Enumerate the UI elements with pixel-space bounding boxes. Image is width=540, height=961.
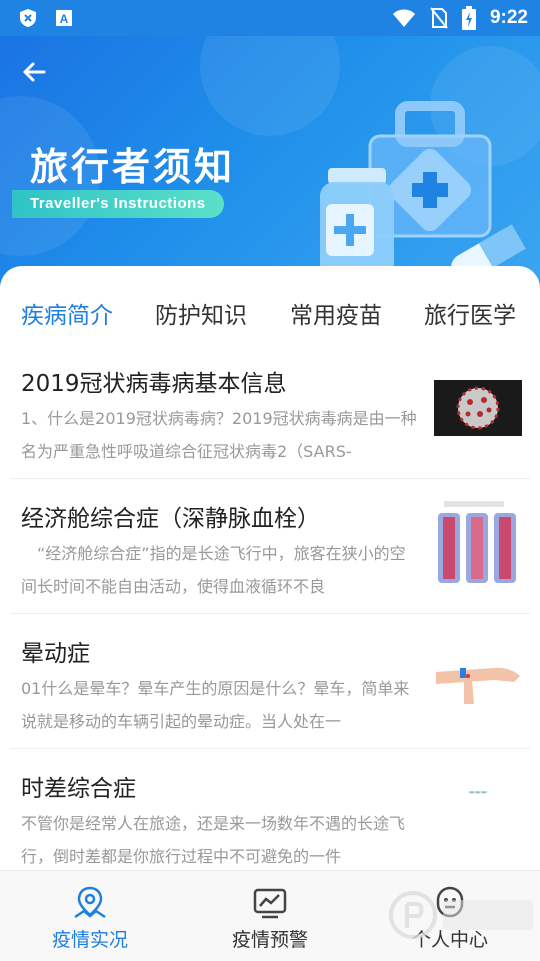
nav-label: 个人中心: [411, 929, 488, 951]
article-summary: “经济舱综合症”指的是长途飞行中，旅客在狭小的空间长时间不能自由活动，使得血液循…: [21, 544, 406, 596]
article-title: 经济舱综合症（深静脉血栓）: [21, 506, 320, 532]
nav-personal-center[interactable]: 个人中心: [360, 871, 540, 961]
battery-charging-icon: [461, 6, 476, 30]
article-summary: 不管你是经常人在旅途，还是来一场数年不遇的长途飞行，倒时差都是你旅行过程中不可避…: [21, 814, 406, 866]
header-banner: 旅行者须知 Traveller's Instructions: [0, 36, 540, 286]
thrombosis-diagram-image: [434, 499, 522, 587]
nav-epidemic-alert[interactable]: 疫情预警: [180, 871, 360, 961]
tab-disease-intro[interactable]: 疾病简介: [21, 296, 113, 330]
article-title: 时差综合症: [21, 776, 136, 802]
tab-travel-medicine[interactable]: 旅行医学: [424, 296, 516, 330]
app-a-icon: A: [56, 10, 72, 26]
clock-image: [468, 791, 488, 794]
tab-protection[interactable]: 防护知识: [155, 296, 247, 330]
no-sim-icon: [430, 7, 448, 29]
shield-x-icon: [20, 9, 36, 27]
content-card: 疾病简介 防护知识 常用疫苗 旅行医学 2019冠状病毒病基本信息 1、什么是2…: [0, 266, 540, 870]
clock-time: 9:22: [489, 7, 528, 28]
list-item[interactable]: 晕动症 01什么是晕车？晕车产生的原因是什么？晕车，简单来说就是移动的车辆引起的…: [0, 614, 540, 749]
wifi-icon: [392, 9, 415, 27]
bottom-navigation: 疫情实况 疫情预警 个人中心: [0, 870, 540, 961]
status-bar: A 9:22: [0, 0, 540, 36]
category-tabs: 疾病简介 防护知识 常用疫苗 旅行医学: [0, 296, 540, 336]
medical-kit-illustration: [320, 101, 526, 282]
article-title: 晕动症: [21, 641, 90, 667]
list-item[interactable]: 时差综合症 不管你是经常人在旅途，还是来一场数年不遇的长途飞行，倒时差都是你旅行…: [0, 749, 540, 870]
banner-subtitle: Traveller's Instructions: [12, 190, 224, 218]
nav-label: 疫情实况: [51, 929, 128, 951]
article-summary: 01什么是晕车？晕车产生的原因是什么？晕车，简单来说就是移动的车辆引起的晕动症。…: [21, 679, 410, 731]
virus-image: [434, 380, 522, 436]
chart-monitor-icon: [253, 888, 287, 919]
list-item[interactable]: 经济舱综合症（深静脉血栓） “经济舱综合症”指的是长途飞行中，旅客在狭小的空间长…: [0, 479, 540, 614]
wrist-pressure-image: [434, 650, 522, 706]
back-arrow-icon[interactable]: [18, 56, 50, 88]
tab-vaccines[interactable]: 常用疫苗: [290, 296, 382, 330]
svg-text:A: A: [60, 12, 69, 26]
nav-epidemic-status[interactable]: 疫情实况: [0, 871, 180, 961]
map-pin-icon: [74, 886, 106, 919]
banner-title: 旅行者须知: [30, 145, 236, 189]
user-face-icon: [436, 886, 464, 918]
list-item[interactable]: 2019冠状病毒病基本信息 1、什么是2019冠状病毒病？2019冠状病毒病是由…: [0, 344, 540, 479]
article-summary: 1、什么是2019冠状病毒病？2019冠状病毒病是由一种名为严重急性呼吸道综合征…: [21, 409, 417, 461]
article-title: 2019冠状病毒病基本信息: [21, 371, 287, 397]
nav-label: 疫情预警: [231, 929, 308, 951]
